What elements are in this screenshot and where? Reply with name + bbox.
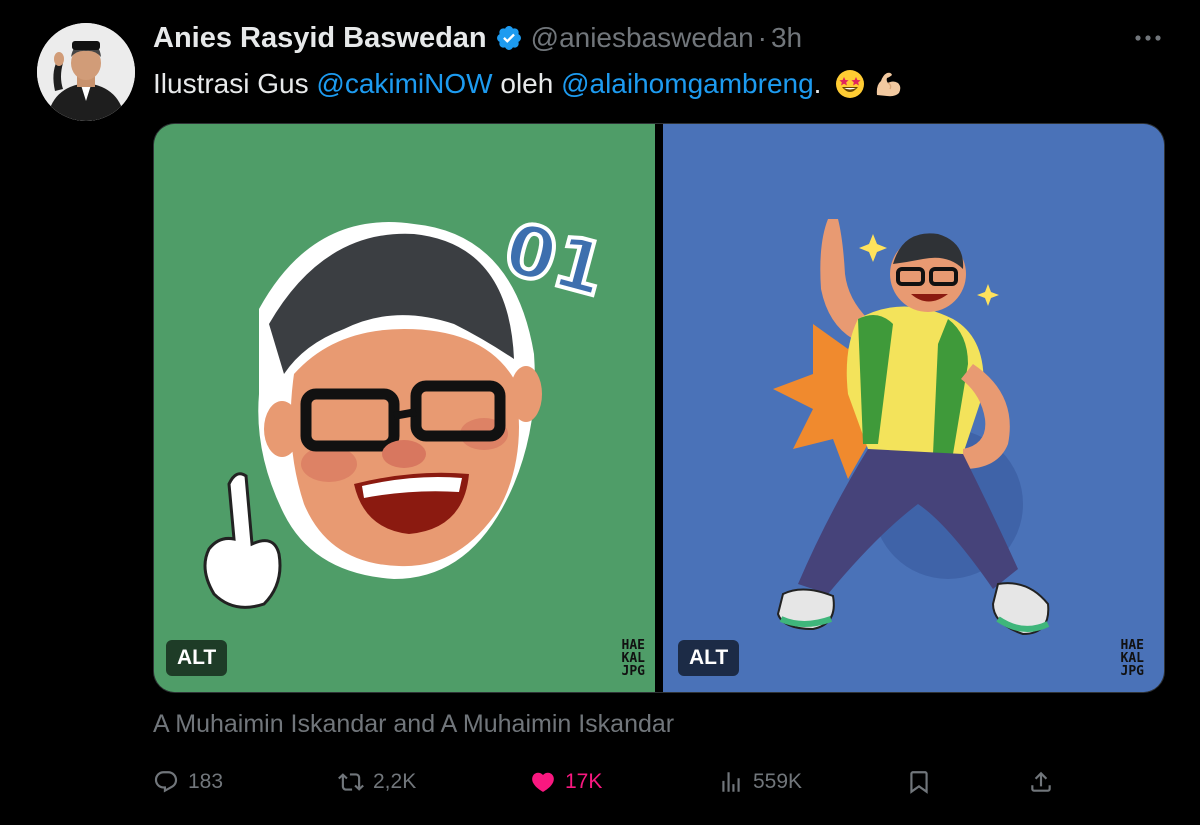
- mention-alaihomgambreng-link[interactable]: @alaihomgambreng: [561, 66, 814, 102]
- reply-icon: [154, 771, 178, 793]
- media-caption: A Muhaimin Iskandar and A Muhaimin Iskan…: [153, 710, 675, 738]
- illustration-dancing-man-icon: [663, 124, 1164, 692]
- author-avatar[interactable]: [37, 23, 135, 121]
- tweet-text-after: .: [813, 68, 822, 99]
- star-struck-emoji-icon: [836, 70, 865, 98]
- media-image-left[interactable]: 01 ALT HAE KAL JPG: [154, 124, 655, 692]
- tweet-actions-bar: 183 2,2K 17K 559K: [153, 762, 1058, 802]
- tweet-header: Anies Rasyid Baswedan @aniesbaswedan · 3…: [153, 22, 802, 54]
- illustration-face-icon: 01: [154, 124, 655, 692]
- more-options-button[interactable]: [1128, 20, 1168, 56]
- author-handle[interactable]: @aniesbaswedan: [531, 22, 754, 54]
- timestamp[interactable]: 3h: [771, 22, 802, 54]
- tweet-text-middle: oleh: [492, 68, 562, 99]
- reply-button[interactable]: 183: [153, 762, 223, 802]
- alt-text-button-right[interactable]: ALT: [678, 640, 740, 676]
- more-dots-icon: [1135, 35, 1161, 41]
- tweet-text: Ilustrasi Gus @cakimiNOW oleh @alaihomga…: [153, 66, 903, 102]
- like-button[interactable]: 17K: [530, 762, 602, 802]
- author-name[interactable]: Anies Rasyid Baswedan: [153, 22, 487, 55]
- bookmark-icon: [910, 771, 928, 794]
- alt-text-button-left[interactable]: ALT: [166, 640, 228, 676]
- repost-count: 2,2K: [373, 770, 417, 793]
- views-count: 559K: [753, 770, 803, 793]
- views-chart-icon: [722, 772, 740, 792]
- flexed-biceps-emoji-icon: [877, 72, 901, 97]
- heart-filled-icon: [532, 772, 554, 792]
- artist-signature-left: HAE KAL JPG: [621, 638, 645, 679]
- tweet-text-before: Ilustrasi Gus: [153, 68, 317, 99]
- media-grid: 01 ALT HAE KAL JPG ALT HAE KAL JPG: [153, 123, 1165, 693]
- media-image-right[interactable]: ALT HAE KAL JPG: [663, 124, 1164, 692]
- verified-badge-icon[interactable]: [495, 24, 523, 52]
- separator-dot: ·: [757, 22, 767, 53]
- like-count: 17K: [565, 770, 603, 793]
- repost-button[interactable]: 2,2K: [338, 762, 416, 802]
- repost-icon: [338, 773, 364, 791]
- share-button[interactable]: [1028, 762, 1054, 802]
- mention-cakiminow-link[interactable]: @cakimiNOW: [316, 66, 492, 102]
- share-icon: [1031, 771, 1051, 792]
- avatar-photo-icon: [37, 23, 135, 121]
- reply-count: 183: [188, 770, 224, 793]
- views-button[interactable]: 559K: [718, 762, 802, 802]
- bookmark-button[interactable]: [906, 762, 932, 802]
- artist-signature-right: HAE KAL JPG: [1120, 638, 1144, 679]
